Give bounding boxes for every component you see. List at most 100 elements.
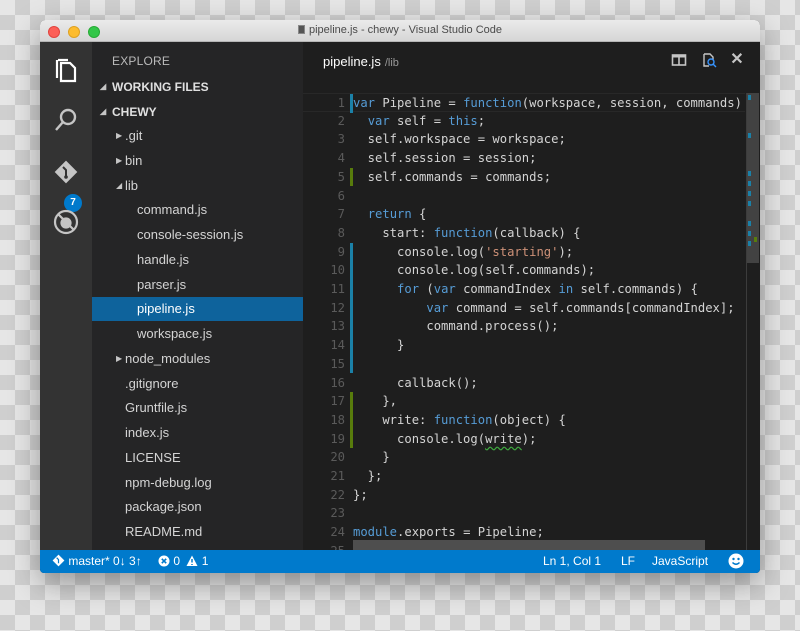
line-text: return { bbox=[367, 207, 427, 222]
activity-bar: 7 bbox=[40, 42, 92, 550]
tree-file[interactable]: command.js bbox=[92, 198, 303, 222]
editor-file-name: pipeline.js bbox=[323, 54, 381, 69]
code-line[interactable]: 5 self.commands = commands; bbox=[303, 167, 745, 187]
close-icon[interactable]: ✕ bbox=[729, 52, 745, 68]
code-line[interactable]: 17 }, bbox=[303, 392, 745, 411]
tree-folder[interactable]: ◢ lib bbox=[92, 174, 303, 198]
scrollbar-slider[interactable] bbox=[747, 93, 759, 263]
line-number: 8 bbox=[337, 225, 345, 240]
tree-file[interactable]: parser.js bbox=[92, 273, 303, 297]
line-ending[interactable]: LF bbox=[621, 554, 635, 568]
tree-file[interactable]: package.json bbox=[92, 495, 303, 519]
code-line[interactable]: 19 console.log(write); bbox=[303, 429, 745, 449]
line-number: 7 bbox=[337, 207, 345, 222]
error-icon bbox=[158, 555, 170, 567]
line-text: console.log('starting'); bbox=[353, 244, 574, 259]
code-line[interactable]: 12 var command = self.commands[commandIn… bbox=[303, 298, 745, 318]
line-text: console.log(self.commands); bbox=[353, 263, 596, 278]
code-line[interactable]: 10 console.log(self.commands); bbox=[303, 261, 745, 280]
tree-item-label: workspace.js bbox=[137, 326, 213, 341]
working-files-section[interactable]: ◢ WORKING FILES bbox=[92, 76, 303, 98]
line-number: 22 bbox=[330, 487, 345, 502]
line-text: } bbox=[353, 338, 405, 353]
tree-file[interactable]: workspace.js bbox=[92, 322, 303, 346]
warning-count: 1 bbox=[201, 554, 209, 568]
code-line[interactable]: 11 for (var commandIndex in self.command… bbox=[303, 280, 745, 299]
tree-folder[interactable]: ▶ node_modules bbox=[92, 347, 303, 371]
ruler-mark bbox=[748, 181, 751, 186]
code-line[interactable]: 2 var self = this; bbox=[303, 112, 745, 131]
tree-item-label: parser.js bbox=[137, 276, 187, 292]
debug-icon[interactable] bbox=[52, 208, 80, 236]
line-number: 14 bbox=[330, 338, 345, 353]
editor-tab-title[interactable]: pipeline.js/lib bbox=[323, 54, 399, 69]
line-text: command.process(); bbox=[353, 319, 559, 334]
code-line[interactable]: 21 }; bbox=[303, 467, 745, 486]
tree-file[interactable]: npm-debug.log bbox=[92, 471, 303, 495]
code-line[interactable]: 24 module.exports = Pipeline; bbox=[303, 523, 745, 542]
line-number: 19 bbox=[330, 431, 345, 446]
tree-folder[interactable]: ▶ .git bbox=[92, 124, 303, 148]
files-icon[interactable] bbox=[52, 56, 80, 84]
tree-file[interactable]: console-session.js bbox=[92, 223, 303, 247]
split-editor-icon[interactable] bbox=[671, 52, 687, 68]
line-text: }; bbox=[353, 487, 368, 502]
code-line[interactable]: 6 bbox=[303, 187, 745, 206]
tree-item-label: .git bbox=[125, 128, 143, 143]
line-number: 24 bbox=[330, 525, 345, 540]
line-number: 12 bbox=[330, 300, 345, 315]
tree-file[interactable]: handle.js bbox=[92, 248, 303, 272]
tree-file[interactable]: index.js bbox=[92, 421, 303, 445]
cursor-position[interactable]: Ln 1, Col 1 bbox=[543, 554, 601, 568]
explorer-sidebar: EXPLORE ◢ WORKING FILES ◢ CHEWY ▶ .git ▶ bi… bbox=[92, 42, 303, 550]
chevron-right-icon: ▶ bbox=[116, 353, 123, 363]
editor-file-path: /lib bbox=[384, 57, 399, 69]
code-line[interactable]: 22}; bbox=[303, 486, 745, 505]
tree-file[interactable]: .gitignore bbox=[92, 372, 303, 396]
code-line[interactable]: 23 bbox=[303, 504, 745, 523]
code-line[interactable]: 18 write: function(object) { bbox=[303, 410, 745, 430]
tree-item-label: package.json bbox=[125, 499, 202, 515]
code-line[interactable]: 7 return { bbox=[303, 205, 745, 224]
code-line[interactable]: 9 console.log('starting'); bbox=[303, 242, 745, 262]
line-text: var command = self.commands[commandIndex… bbox=[426, 300, 735, 315]
git-branch-status[interactable]: master* 0↓ 3↑ bbox=[52, 554, 142, 568]
line-number: 6 bbox=[337, 188, 345, 203]
tree-item-label: console-session.js bbox=[137, 227, 244, 242]
code-line[interactable]: 20 } bbox=[303, 448, 745, 467]
chevron-right-icon: ▶ bbox=[116, 131, 123, 140]
open-changes-icon[interactable] bbox=[701, 52, 717, 68]
project-section[interactable]: ◢ CHEWY bbox=[92, 101, 303, 123]
tree-folder[interactable]: ▶ bin bbox=[92, 149, 303, 173]
smiley-icon[interactable] bbox=[728, 553, 744, 572]
code-line[interactable]: 8 start: function(callback) { bbox=[303, 224, 745, 243]
code-area[interactable]: 1 var Pipeline = function(workspace, sess… bbox=[303, 93, 757, 563]
chevron-down-icon: ◢ bbox=[116, 180, 123, 190]
code-line[interactable]: 16 callback(); bbox=[303, 374, 745, 393]
code-line[interactable]: 13 command.process(); bbox=[303, 317, 745, 337]
line-text: start: function(callback) { bbox=[353, 225, 581, 240]
code-line[interactable]: 1 var Pipeline = function(workspace, sess… bbox=[303, 93, 757, 113]
warning-icon bbox=[186, 555, 198, 566]
code-line[interactable]: 4 self.session = session; bbox=[303, 149, 745, 168]
line-text: self.workspace = workspace; bbox=[353, 132, 566, 147]
line-number: 16 bbox=[330, 375, 345, 390]
tree-file[interactable]: README.md bbox=[92, 520, 303, 544]
overview-ruler[interactable] bbox=[746, 93, 759, 550]
line-number: 13 bbox=[330, 319, 345, 334]
line-text: module.exports = Pipeline; bbox=[353, 525, 544, 540]
tree-file[interactable]: LICENSE bbox=[92, 446, 303, 470]
horizontal-scrollbar[interactable] bbox=[353, 540, 705, 550]
code-line[interactable]: 15 bbox=[303, 354, 745, 374]
code-line[interactable]: 3 self.workspace = workspace; bbox=[303, 130, 745, 149]
tree-file[interactable]: Gruntfile.js bbox=[92, 396, 303, 420]
language-mode[interactable]: JavaScript bbox=[652, 554, 708, 568]
title-bar: pipeline.js - chewy - Visual Studio Code bbox=[40, 20, 760, 42]
search-icon[interactable] bbox=[52, 106, 80, 134]
git-icon[interactable] bbox=[52, 158, 80, 186]
explorer-title: EXPLORE bbox=[112, 54, 171, 68]
tree-file[interactable]: pipeline.js bbox=[92, 297, 303, 322]
problems-status[interactable]: 0 1 bbox=[158, 554, 208, 568]
code-line[interactable]: 14 } bbox=[303, 336, 745, 355]
chevron-down-icon: ◢ bbox=[100, 82, 107, 91]
